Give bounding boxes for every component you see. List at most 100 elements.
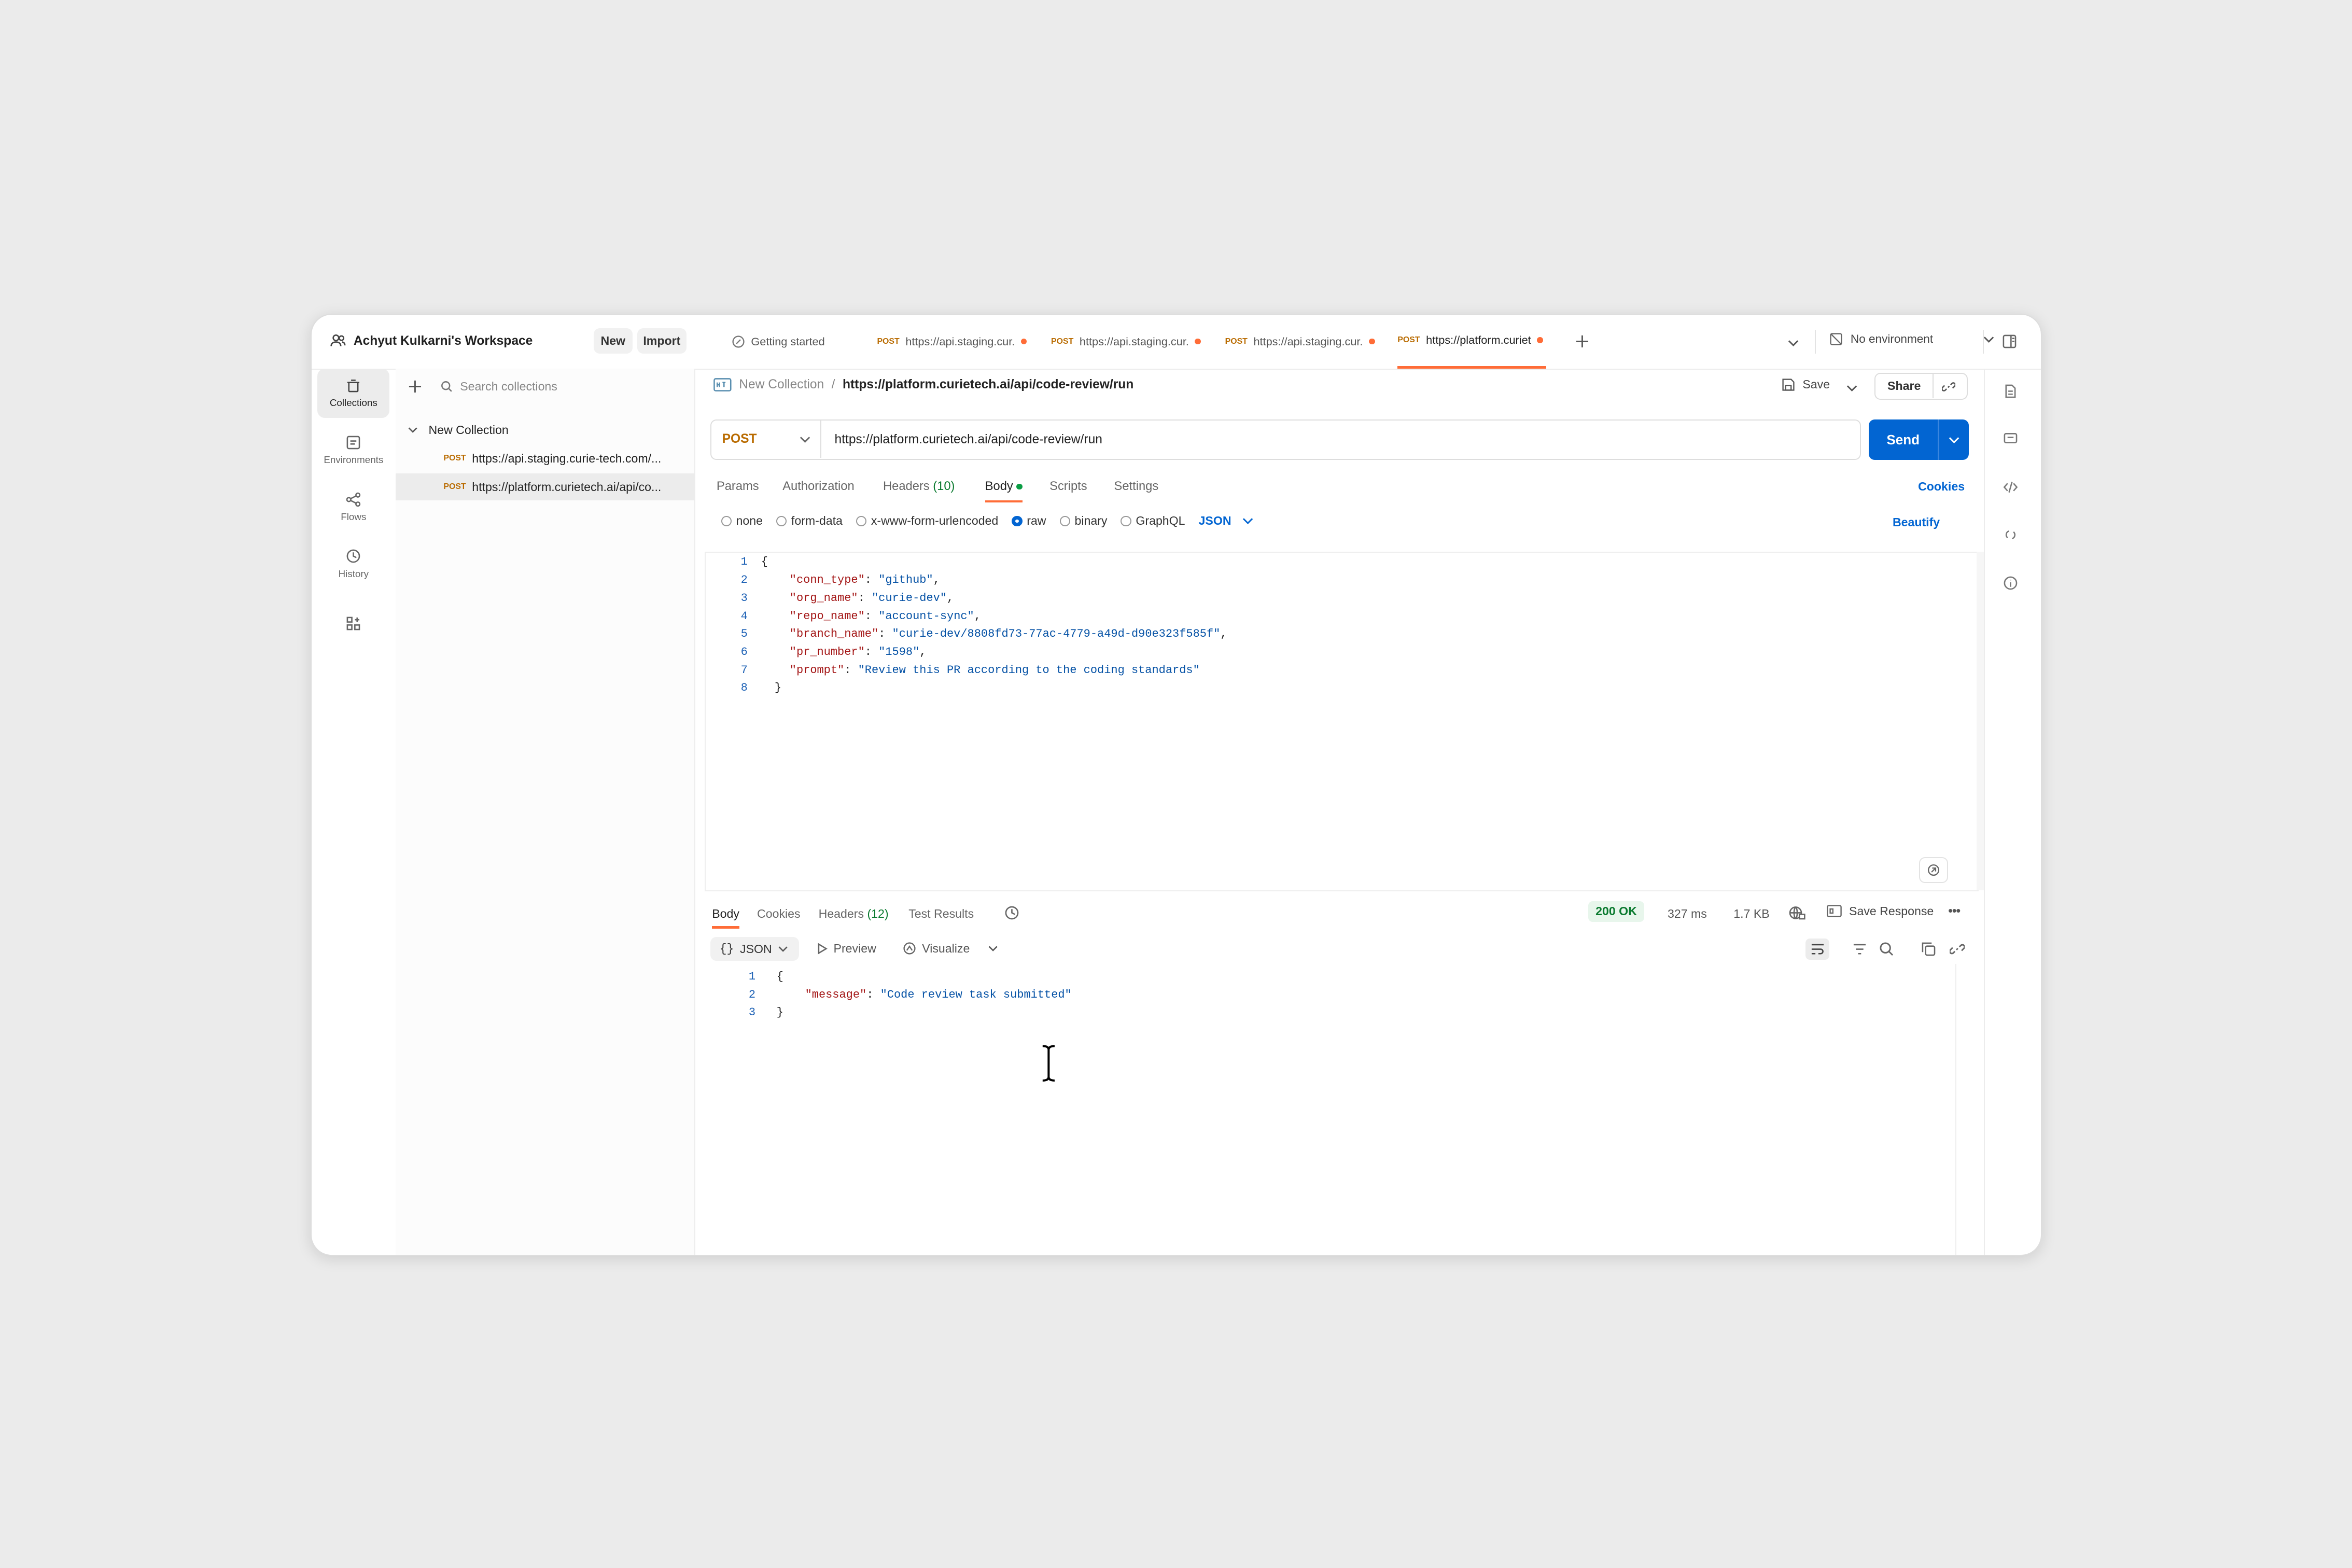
tab-request[interactable]: POST https://api.staging.cur. (877, 315, 1027, 369)
copy-icon[interactable] (1921, 942, 1936, 957)
response-format-select[interactable]: {} JSON (710, 937, 799, 961)
search-collections-input[interactable]: Search collections (431, 374, 687, 398)
send-button[interactable]: Send (1868, 419, 1969, 460)
no-environment-icon (1829, 332, 1843, 346)
chevron-down-icon[interactable] (1846, 382, 1858, 394)
tab-params[interactable]: Params (717, 480, 759, 494)
collection-request-item[interactable]: POST https://platform.curietech.ai/api/c… (395, 473, 694, 501)
radio-urlencoded[interactable]: x-www-form-urlencoded (856, 514, 998, 528)
search-icon[interactable] (1879, 942, 1894, 957)
more-options-icon[interactable]: ••• (1948, 903, 1961, 919)
sidebar-item-label: History (338, 568, 369, 580)
save-button[interactable]: Save (1782, 377, 1830, 391)
comments-icon[interactable] (2003, 431, 2018, 446)
response-tab-test-results[interactable]: Test Results (908, 907, 974, 921)
tab-request[interactable]: POST https://api.staging.cur. (1051, 315, 1201, 369)
response-body-viewer[interactable]: 1{ 2 "message": "Code review task submitt… (705, 964, 1957, 1255)
tab-request[interactable]: POST https://api.staging.cur. (1225, 315, 1375, 369)
save-response-label: Save Response (1849, 904, 1934, 918)
radio-none[interactable]: none (721, 514, 763, 528)
sidebar-item-collections[interactable]: Collections (317, 368, 390, 418)
breadcrumb-collection[interactable]: New Collection (739, 377, 824, 392)
sidebar-item-configure[interactable] (317, 606, 389, 641)
beautify-button[interactable]: Beautify (1893, 515, 1940, 529)
sidebar-item-flows[interactable]: Flows (317, 483, 389, 532)
visualize-icon (903, 942, 916, 955)
layout-toggle-icon[interactable] (2002, 334, 2017, 349)
globe-network-icon[interactable] (1789, 905, 1805, 920)
collection-folder[interactable]: New Collection (396, 416, 694, 443)
ai-assist-icon[interactable] (1919, 857, 1949, 884)
radio-label: none (736, 514, 763, 528)
braces-icon: {} (719, 942, 734, 956)
status-badge[interactable]: 200 OK (1588, 901, 1645, 922)
line-number: 3 (740, 591, 748, 605)
response-tab-body[interactable]: Body (712, 907, 740, 930)
radio-icon (1121, 515, 1131, 526)
chevron-down-icon[interactable] (1948, 434, 1960, 446)
link-icon[interactable] (1949, 942, 1965, 957)
radio-binary[interactable]: binary (1059, 514, 1107, 528)
tab-authorization[interactable]: Authorization (782, 480, 854, 494)
collection-name: New Collection (428, 423, 509, 437)
code-icon[interactable] (2003, 480, 2018, 495)
documentation-icon[interactable] (2003, 384, 2018, 399)
visualize-button[interactable]: Visualize (903, 942, 999, 956)
environment-selector[interactable]: No environment (1829, 332, 1994, 346)
tab-label: Headers (818, 907, 864, 921)
line-number: 1 (748, 970, 756, 983)
share-button[interactable]: Share (1875, 374, 1934, 398)
radio-graphql[interactable]: GraphQL (1121, 514, 1185, 528)
chevron-down-icon (1242, 515, 1254, 527)
json-key: "repo_name" (789, 609, 865, 623)
code-text: } (776, 1006, 783, 1019)
new-tab-plus-icon[interactable] (1575, 334, 1590, 349)
collection-request-item[interactable]: POST https://api.staging.curie-tech.com/… (396, 445, 694, 472)
method-tag: POST (443, 454, 466, 463)
tab-method: POST (1051, 337, 1074, 346)
breadcrumb-request[interactable]: https://platform.curietech.ai/api/code-r… (843, 377, 1133, 392)
request-body-editor[interactable]: 1{ 2 "conn_type": "github", 3 "org_name": … (704, 551, 1979, 891)
tab-scripts[interactable]: Scripts (1049, 480, 1087, 494)
related-collections-icon[interactable] (2003, 527, 2018, 542)
add-collection-icon[interactable] (408, 379, 423, 394)
history-icon[interactable] (1004, 905, 1019, 920)
text-cursor-icon (1040, 1044, 1058, 1083)
radio-raw[interactable]: raw (1012, 514, 1046, 528)
tab-settings[interactable]: Settings (1114, 480, 1159, 494)
import-button[interactable]: Import (637, 328, 687, 354)
tab-request-active[interactable]: POST https://platform.curiet (1397, 315, 1546, 369)
method-select[interactable]: POST (711, 421, 821, 458)
chevron-down-icon[interactable] (1787, 337, 1799, 349)
breadcrumb-separator: / (831, 377, 835, 392)
response-tab-headers[interactable]: Headers (12) (819, 907, 889, 921)
format-label: JSON (740, 942, 772, 956)
cookies-link[interactable]: Cookies (1918, 480, 1965, 494)
code-punct: , (933, 573, 940, 587)
sidebar-item-history[interactable]: History (317, 540, 389, 589)
workspace-name[interactable]: Achyut Kulkarni's Workspace (354, 334, 533, 348)
link-icon[interactable] (1941, 380, 1955, 394)
radio-selected-icon (1012, 515, 1023, 526)
tab-getting-started[interactable]: Getting started (732, 315, 825, 369)
response-time[interactable]: 327 ms (1668, 907, 1707, 921)
url-input[interactable]: https://platform.curietech.ai/api/code-r… (835, 432, 1102, 447)
tab-headers[interactable]: Headers (10) (883, 480, 955, 494)
wrap-lines-icon[interactable] (1805, 939, 1830, 960)
editor-scrollbar[interactable] (1976, 551, 1984, 891)
sidebar-item-environments[interactable]: Environments (317, 426, 389, 475)
headers-count: (10) (933, 479, 955, 493)
radio-form-data[interactable]: form-data (776, 514, 843, 528)
format-select[interactable]: JSON (1199, 514, 1254, 528)
save-response-button[interactable]: Save Response (1826, 904, 1934, 918)
new-button[interactable]: New (593, 328, 633, 354)
response-size[interactable]: 1.7 KB (1733, 907, 1769, 921)
filter-icon[interactable] (1852, 943, 1867, 955)
preview-button[interactable]: Preview (817, 942, 876, 956)
tab-label: Headers (883, 479, 930, 493)
info-icon[interactable] (2003, 576, 2018, 591)
http-request-icon (713, 378, 732, 391)
tab-body[interactable]: Body (985, 480, 1023, 503)
sidebar-item-label: Flows (341, 511, 367, 523)
response-tab-cookies[interactable]: Cookies (757, 907, 801, 921)
